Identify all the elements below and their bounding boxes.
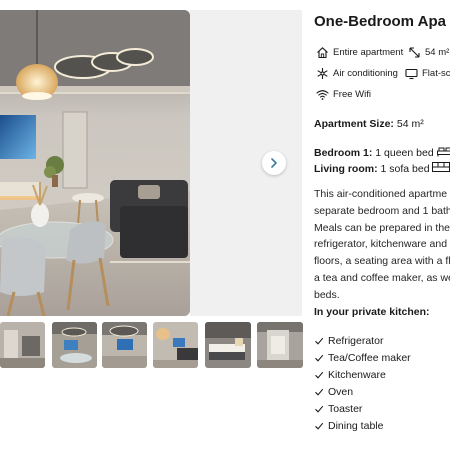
checkmark-icon — [314, 370, 324, 380]
bed-info-bedroom: Bedroom 1: 1 queen bed — [314, 146, 450, 159]
list-item: Tea/Coffee maker — [314, 349, 411, 366]
thumbnail-strip — [0, 322, 303, 368]
room-name: Bedroom 1: — [314, 147, 373, 159]
thumbnail-image — [153, 322, 198, 368]
double-bed-icon — [436, 147, 450, 157]
checkmark-icon — [314, 353, 324, 363]
list-item: Dining table — [314, 417, 411, 434]
thumbnail[interactable] — [0, 322, 45, 368]
description-line: beds. — [314, 288, 340, 301]
description-line: a tea and coffee maker, as we — [314, 271, 450, 284]
checkmark-icon — [314, 336, 324, 346]
amenity-label: Toaster — [328, 402, 363, 415]
list-item: Kitchenware — [314, 366, 411, 383]
thumbnail-image — [0, 322, 45, 368]
thumbnail[interactable] — [257, 322, 303, 368]
tv-icon — [405, 67, 418, 80]
amenity-label: Refrigerator — [328, 334, 384, 347]
description-line: This air-conditioned apartme — [314, 188, 448, 200]
checkmark-icon — [314, 387, 324, 397]
bed-type: 1 sofa bed — [380, 163, 430, 175]
description-line: separate bedroom and 1 bath — [314, 204, 450, 217]
amenity-label: Kitchenware — [328, 368, 386, 381]
apartment-size-value: 54 m² — [396, 118, 424, 130]
facility-air-conditioning: Air conditioning — [316, 67, 398, 80]
wifi-icon — [316, 88, 329, 101]
list-item: Oven — [314, 383, 411, 400]
gallery-next-button[interactable] — [262, 151, 286, 175]
house-icon — [316, 46, 329, 59]
amenity-label: Dining table — [328, 419, 384, 432]
apartment-size: Apartment Size: 54 m² — [314, 118, 424, 130]
list-item: Refrigerator — [314, 332, 411, 349]
description-line: Meals can be prepared in the — [314, 221, 450, 234]
facility-entire-apartment: Entire apartment — [316, 46, 403, 59]
main-photo[interactable] — [0, 10, 190, 316]
apartment-size-label: Apartment Size: — [314, 118, 394, 130]
kitchen-amenities-list: Refrigerator Tea/Coffee maker Kitchenwar… — [314, 332, 411, 434]
facility-flat-screen-tv: Flat-scr — [405, 67, 450, 80]
property-title: One-Bedroom Apa — [314, 13, 446, 30]
thumbnail[interactable] — [102, 322, 147, 368]
checkmark-icon — [314, 404, 324, 414]
chevron-right-icon — [271, 158, 277, 168]
amenity-label: Tea/Coffee maker — [328, 351, 411, 364]
list-item: Toaster — [314, 400, 411, 417]
sofa-bed-icon — [432, 162, 450, 172]
thumbnail-image — [52, 322, 97, 368]
facility-label: Entire apartment — [333, 47, 404, 58]
facility-label: Air conditioning — [333, 68, 398, 79]
facility-label: Flat-scr — [422, 68, 450, 79]
bed-type: 1 queen bed — [375, 147, 434, 159]
area-icon — [408, 46, 421, 59]
checkmark-icon — [314, 421, 324, 431]
description-line: floors, a seating area with a fl — [314, 255, 450, 268]
thumbnail-image — [257, 322, 303, 368]
amenity-label: Oven — [328, 385, 354, 398]
room-name: Living room: — [314, 163, 378, 175]
facility-area: 54 m² — [408, 46, 449, 59]
apartment-living-room-image — [0, 10, 190, 316]
thumbnail[interactable] — [205, 322, 251, 368]
description-line: refrigerator, kitchenware and — [314, 238, 448, 251]
bed-info-living-room: Living room: 1 sofa bed — [314, 162, 450, 175]
snowflake-icon — [316, 67, 329, 80]
thumbnail[interactable] — [153, 322, 198, 368]
facility-label: 54 m² — [425, 47, 450, 58]
thumbnail-image — [102, 322, 147, 368]
thumbnail[interactable] — [52, 322, 97, 368]
facility-label: Free Wifi — [333, 89, 371, 100]
kitchen-heading: In your private kitchen: — [314, 306, 430, 318]
thumbnail-image — [205, 322, 251, 368]
property-details-panel: One-Bedroom Apa Entire apartment 54 m² A… — [314, 12, 450, 450]
facility-free-wifi: Free Wifi — [316, 88, 371, 101]
property-description: This air-conditioned apartme separate be… — [314, 186, 450, 304]
